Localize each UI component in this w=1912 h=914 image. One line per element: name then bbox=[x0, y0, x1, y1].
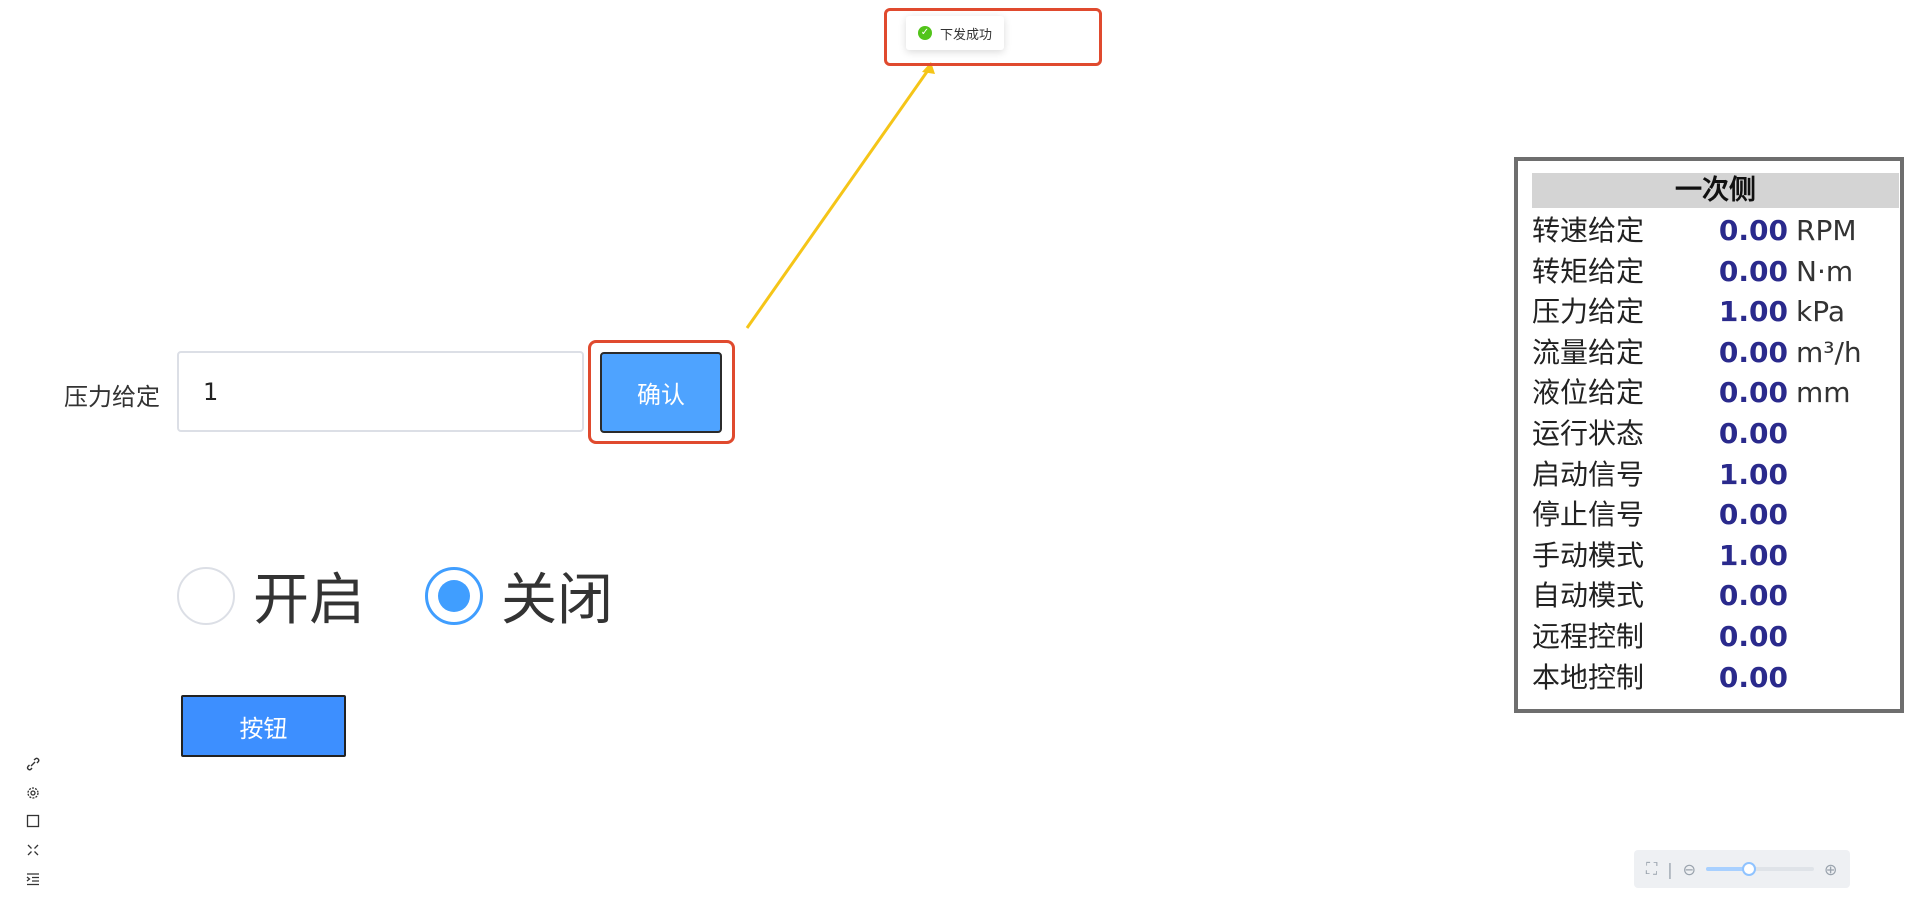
pressure-label: 压力给定 bbox=[64, 383, 160, 411]
panel-row-name: 本地控制 bbox=[1532, 660, 1645, 694]
panel-row-name: 启动信号 bbox=[1532, 457, 1645, 491]
panel-row-value: 0.00 bbox=[1718, 254, 1788, 288]
link-icon[interactable] bbox=[24, 755, 42, 773]
panel-row: 转矩给定 0.00 N·m bbox=[1532, 252, 1898, 292]
pressure-input-value: 1 bbox=[203, 377, 219, 406]
panel-row: 液位给定 0.00 mm bbox=[1532, 373, 1898, 413]
panel-row: 转速给定 0.00 RPM bbox=[1532, 211, 1898, 251]
panel-row-name: 停止信号 bbox=[1532, 498, 1645, 532]
panel-row-name: 转速给定 bbox=[1532, 214, 1645, 247]
zoom-in-icon[interactable]: ⊕ bbox=[1824, 860, 1837, 879]
panel-row: 压力给定 1.00 kPa bbox=[1532, 292, 1898, 332]
zoom-slider-knob[interactable] bbox=[1742, 862, 1757, 876]
pressure-input[interactable]: 1 bbox=[177, 351, 584, 432]
panel-row-value: 0.00 bbox=[1718, 498, 1788, 532]
panel-row-name: 手动模式 bbox=[1532, 538, 1645, 572]
success-check-icon: ✓ bbox=[918, 26, 932, 40]
panel-row-unit: RPM bbox=[1796, 214, 1857, 247]
panel-row: 手动模式 1.00 bbox=[1532, 536, 1898, 576]
radio-close-circle[interactable] bbox=[425, 566, 483, 625]
panel-row-unit: kPa bbox=[1796, 295, 1845, 329]
radio-open-circle[interactable] bbox=[177, 566, 235, 625]
panel-row-name: 转矩给定 bbox=[1532, 254, 1645, 288]
radio-close[interactable]: 关闭 bbox=[425, 555, 613, 636]
panel-row: 本地控制 0.00 bbox=[1532, 658, 1898, 698]
toast-text: 下发成功 bbox=[940, 27, 993, 43]
panel-row-unit: mm bbox=[1796, 376, 1851, 410]
panel-row-name: 流量给定 bbox=[1532, 335, 1645, 369]
panel-row-name: 自动模式 bbox=[1532, 579, 1645, 613]
panel-row: 远程控制 0.00 bbox=[1532, 617, 1898, 657]
zoom-bar: ⛶ | ⊖ ⊕ bbox=[1634, 850, 1850, 888]
panel-row-value: 0.00 bbox=[1718, 376, 1788, 410]
radio-close-label: 关闭 bbox=[501, 568, 613, 633]
panel-row-name: 远程控制 bbox=[1532, 620, 1645, 653]
square-icon[interactable] bbox=[24, 812, 42, 830]
panel-row: 停止信号 0.00 bbox=[1532, 495, 1898, 535]
panel-row-value: 0.00 bbox=[1718, 417, 1788, 450]
fullscreen-icon[interactable]: ⛶ bbox=[1646, 859, 1657, 879]
panel-row-unit: N·m bbox=[1796, 254, 1854, 288]
confirm-button[interactable]: 确认 bbox=[600, 352, 722, 433]
panel-row: 流量给定 0.00 m³/h bbox=[1532, 333, 1898, 373]
radio-open[interactable]: 开启 bbox=[177, 555, 365, 636]
panel-row-value: 0.00 bbox=[1718, 620, 1788, 653]
action-button[interactable]: 按钮 bbox=[181, 695, 346, 757]
panel-row-value: 1.00 bbox=[1718, 295, 1788, 329]
panel-row-name: 压力给定 bbox=[1532, 295, 1645, 329]
panel-row-name: 运行状态 bbox=[1532, 417, 1645, 450]
collapse-icon[interactable] bbox=[24, 841, 42, 859]
panel-row-value: 1.00 bbox=[1718, 538, 1788, 572]
panel-row-value: 0.00 bbox=[1718, 579, 1788, 613]
radio-open-label: 开启 bbox=[253, 568, 365, 633]
status-panel: 一次侧 转速给定 0.00 RPM 转矩给定 0.00 N·m 压力给定 1.00 kPa 流量给… bbox=[1514, 157, 1904, 713]
panel-title: 一次侧 bbox=[1532, 173, 1899, 208]
panel-row: 运行状态 0.00 bbox=[1532, 414, 1898, 454]
gear-icon[interactable] bbox=[24, 784, 42, 802]
panel-row: 自动模式 0.00 bbox=[1532, 576, 1898, 616]
toast-message: ✓ 下发成功 bbox=[906, 16, 1004, 50]
panel-row-name: 液位给定 bbox=[1532, 376, 1645, 410]
panel-row-value: 1.00 bbox=[1718, 457, 1788, 491]
panel-row: 启动信号 1.00 bbox=[1532, 455, 1898, 495]
panel-row-value: 0.00 bbox=[1718, 660, 1788, 694]
panel-row-value: 0.00 bbox=[1718, 335, 1788, 369]
indent-icon[interactable] bbox=[24, 870, 42, 888]
zoom-divider: | bbox=[1667, 859, 1673, 879]
panel-row-unit: m³/h bbox=[1796, 335, 1862, 369]
zoom-slider[interactable] bbox=[1706, 862, 1814, 876]
panel-row-value: 0.00 bbox=[1718, 214, 1788, 247]
zoom-out-icon[interactable]: ⊖ bbox=[1683, 860, 1696, 879]
